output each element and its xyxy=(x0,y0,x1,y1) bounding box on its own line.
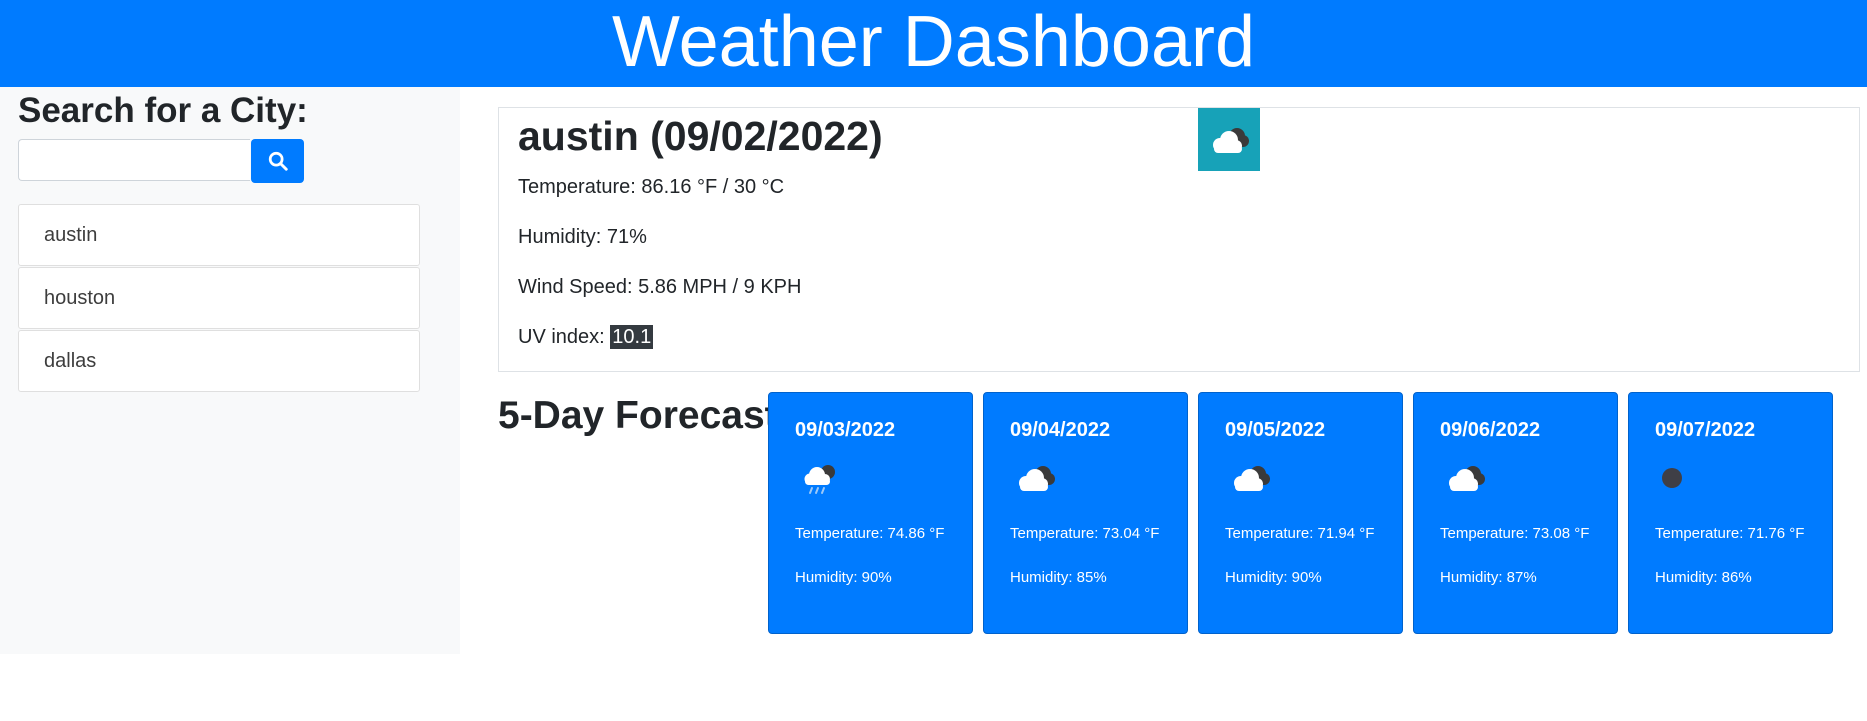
uv-index-badge: 10.1 xyxy=(610,325,654,349)
forecast-date: 09/04/2022 xyxy=(1010,419,1111,441)
forecast-temperature: Temperature: 73.08 °F xyxy=(1440,525,1590,542)
forecast-card: 09/06/2022 Temperature: 73.08 °F Humidit… xyxy=(1413,392,1618,634)
forecast-humidity: Humidity: 87% xyxy=(1440,569,1537,586)
forecast-temperature: Temperature: 73.04 °F xyxy=(1010,525,1160,542)
forecast-card: 09/03/2022 Temperature: 74.86 °F Humidit… xyxy=(768,392,973,634)
search-icon xyxy=(268,151,288,171)
current-weather-panel: austin (09/02/2022) Temperature: 86.16 °… xyxy=(498,107,1860,372)
current-temperature: Temperature: 86.16 °F / 30 °C xyxy=(518,176,785,198)
history-item-houston[interactable]: houston xyxy=(18,267,420,329)
forecast-card: 09/05/2022 Temperature: 71.94 °F Humidit… xyxy=(1198,392,1403,634)
forecast-temperature: Temperature: 71.94 °F xyxy=(1225,525,1375,542)
history-item-austin[interactable]: austin xyxy=(18,204,420,266)
forecast-humidity: Humidity: 90% xyxy=(795,569,892,586)
forecast-temperature: Temperature: 74.86 °F xyxy=(795,525,945,542)
current-uv-index: UV index: 10.1 xyxy=(518,325,654,349)
search-heading: Search for a City: xyxy=(18,91,308,130)
uv-index-label: UV index: xyxy=(518,326,611,348)
forecast-date: 09/03/2022 xyxy=(795,419,896,441)
page-header: Weather Dashboard xyxy=(0,0,1867,87)
history-item-label: houston xyxy=(44,286,116,309)
forecast-humidity: Humidity: 90% xyxy=(1225,569,1322,586)
page-title: Weather Dashboard xyxy=(611,1,1256,82)
forecast-date: 09/06/2022 xyxy=(1440,419,1541,441)
search-button[interactable] xyxy=(251,139,304,183)
current-city-date: austin (09/02/2022) xyxy=(518,113,883,159)
overcast-dot-icon xyxy=(1662,468,1682,488)
city-search-input[interactable] xyxy=(18,139,250,181)
cloudy-icon xyxy=(1213,127,1249,153)
history-item-label: austin xyxy=(44,223,98,246)
search-sidebar: Search for a City: austin houston dallas xyxy=(0,87,460,654)
forecast-date: 09/07/2022 xyxy=(1655,419,1756,441)
forecast-date: 09/05/2022 xyxy=(1225,419,1326,441)
forecast-card: 09/07/2022 Temperature: 71.76 °F Humidit… xyxy=(1628,392,1833,634)
current-wind-speed: Wind Speed: 5.86 MPH / 9 KPH xyxy=(518,276,802,298)
current-humidity: Humidity: 71% xyxy=(518,226,647,248)
forecast-card: 09/04/2022 Temperature: 73.04 °F Humidit… xyxy=(983,392,1188,634)
forecast-humidity: Humidity: 85% xyxy=(1010,569,1107,586)
cloudy-icon xyxy=(1019,466,1055,491)
history-item-label: dallas xyxy=(44,349,97,372)
history-item-dallas[interactable]: dallas xyxy=(18,330,420,392)
forecast-title: 5-Day Forecast xyxy=(498,394,778,437)
current-weather-icon-box xyxy=(1198,108,1260,171)
forecast-humidity: Humidity: 86% xyxy=(1655,569,1752,586)
cloudy-icon xyxy=(1449,466,1485,491)
rain-cloud-icon xyxy=(804,465,835,494)
search-history-list: austin houston dallas xyxy=(18,204,420,393)
forecast-temperature: Temperature: 71.76 °F xyxy=(1655,525,1805,542)
cloudy-icon xyxy=(1234,466,1270,491)
